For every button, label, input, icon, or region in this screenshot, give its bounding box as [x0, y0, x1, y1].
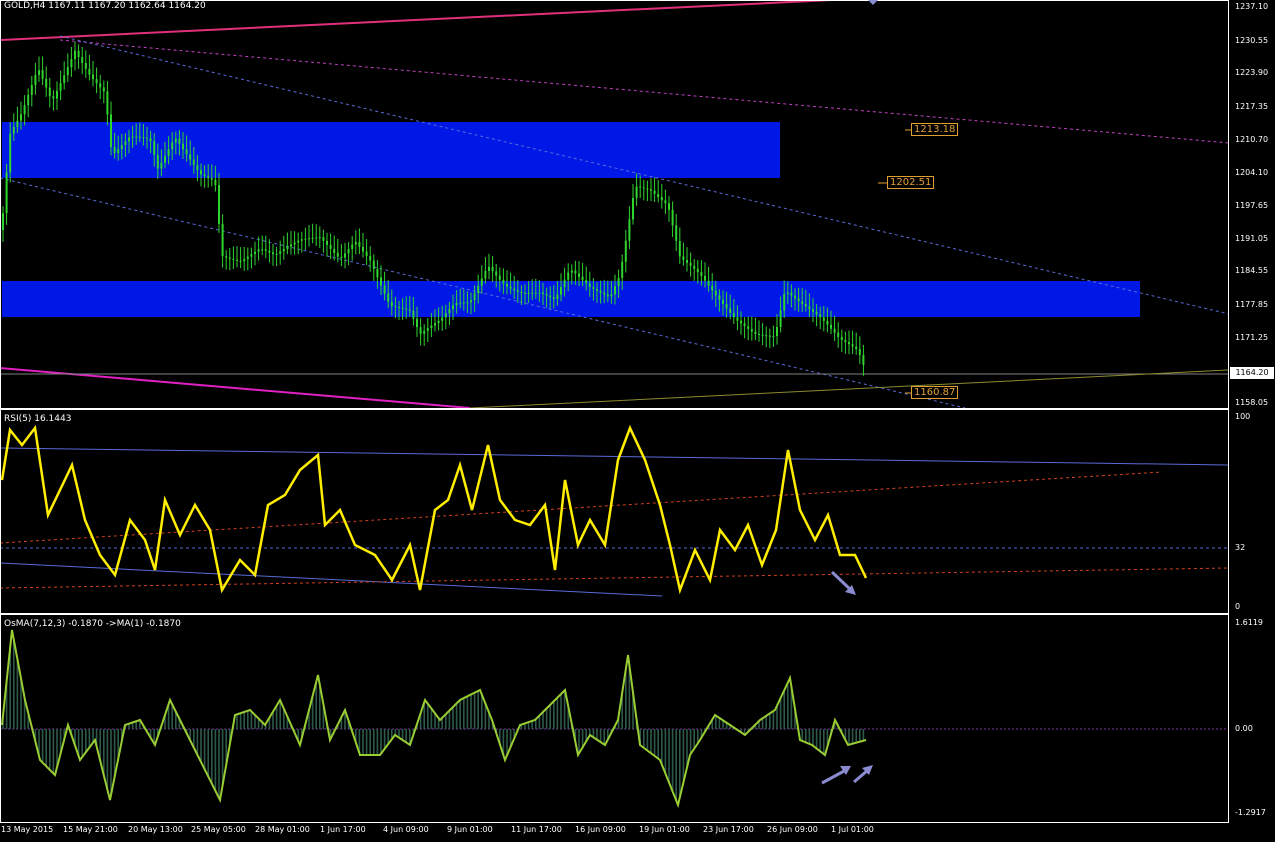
rsi-line [1, 424, 868, 595]
price-tick: 1177.85 [1235, 300, 1269, 309]
rsi-tick: 32 [1235, 543, 1246, 552]
time-tick: 25 May 05:00 [191, 825, 246, 834]
level-tag[interactable]: 1160.87 [911, 386, 959, 399]
osma-tick: 1.6119 [1235, 618, 1263, 627]
time-tick: 26 Jun 09:00 [767, 825, 818, 834]
price-tick: 1197.65 [1235, 201, 1269, 210]
time-tick: 13 May 2015 [1, 825, 54, 834]
time-tick: 4 Jun 09:00 [383, 825, 429, 834]
level-tag[interactable]: 1213.18 [911, 123, 959, 136]
time-tick: 9 Jun 01:00 [447, 825, 493, 834]
time-tick: 23 Jun 17:00 [703, 825, 754, 834]
price-tick: 1191.05 [1235, 234, 1269, 243]
arrow-down-icon [830, 570, 856, 595]
price-tick: 1184.55 [1235, 266, 1269, 275]
rsi-bottom-line [1, 562, 663, 597]
osma-histogram [2, 639, 865, 801]
rsi-top-line [1, 447, 1228, 466]
price-tick: 1210.70 [1235, 135, 1269, 144]
symbol-header: GOLD,H4 1167.11 1167.20 1162.64 1164.20 [4, 1, 206, 11]
time-tick: 1 Jul 01:00 [831, 825, 874, 834]
price-tick: 1204.10 [1235, 168, 1269, 177]
price-tick: 1223.90 [1235, 68, 1269, 77]
rsi-tick: 0 [1235, 602, 1241, 611]
time-tick: 19 Jun 01:00 [639, 825, 690, 834]
level-tag[interactable]: 1202.51 [887, 176, 935, 189]
price-tick: 1230.55 [1235, 36, 1269, 45]
arrow-up-icon [821, 765, 873, 785]
time-tick: 1 Jun 17:00 [320, 825, 366, 834]
support-zone [2, 281, 1140, 317]
chart-canvas [1, 0, 1228, 809]
time-tick: 11 Jun 17:00 [511, 825, 562, 834]
olive-trendline [469, 369, 1228, 408]
price-tick: 1158.05 [1235, 398, 1269, 407]
time-tick: 20 May 13:00 [128, 825, 183, 834]
candlestick-series [2, 41, 865, 376]
osma-line [1, 629, 867, 809]
price-tick: 1237.10 [1235, 2, 1269, 11]
osma-header: OsMA(7,12,3) -0.1870 ->MA(1) -0.1870 [4, 619, 181, 629]
price-tick: 1171.25 [1235, 333, 1269, 342]
time-tick: 15 May 21:00 [63, 825, 118, 834]
current-price-label: 1164.20 [1230, 367, 1274, 379]
rsi-header: RSI(5) 16.1443 [4, 414, 72, 424]
osma-tick: -1.2917 [1235, 808, 1266, 817]
osma-tick: 0.00 [1235, 724, 1253, 733]
rsi-tick: 100 [1235, 412, 1251, 421]
price-tick: 1217.35 [1235, 102, 1269, 111]
time-tick: 16 Jun 09:00 [575, 825, 626, 834]
time-tick: 28 May 01:00 [255, 825, 310, 834]
